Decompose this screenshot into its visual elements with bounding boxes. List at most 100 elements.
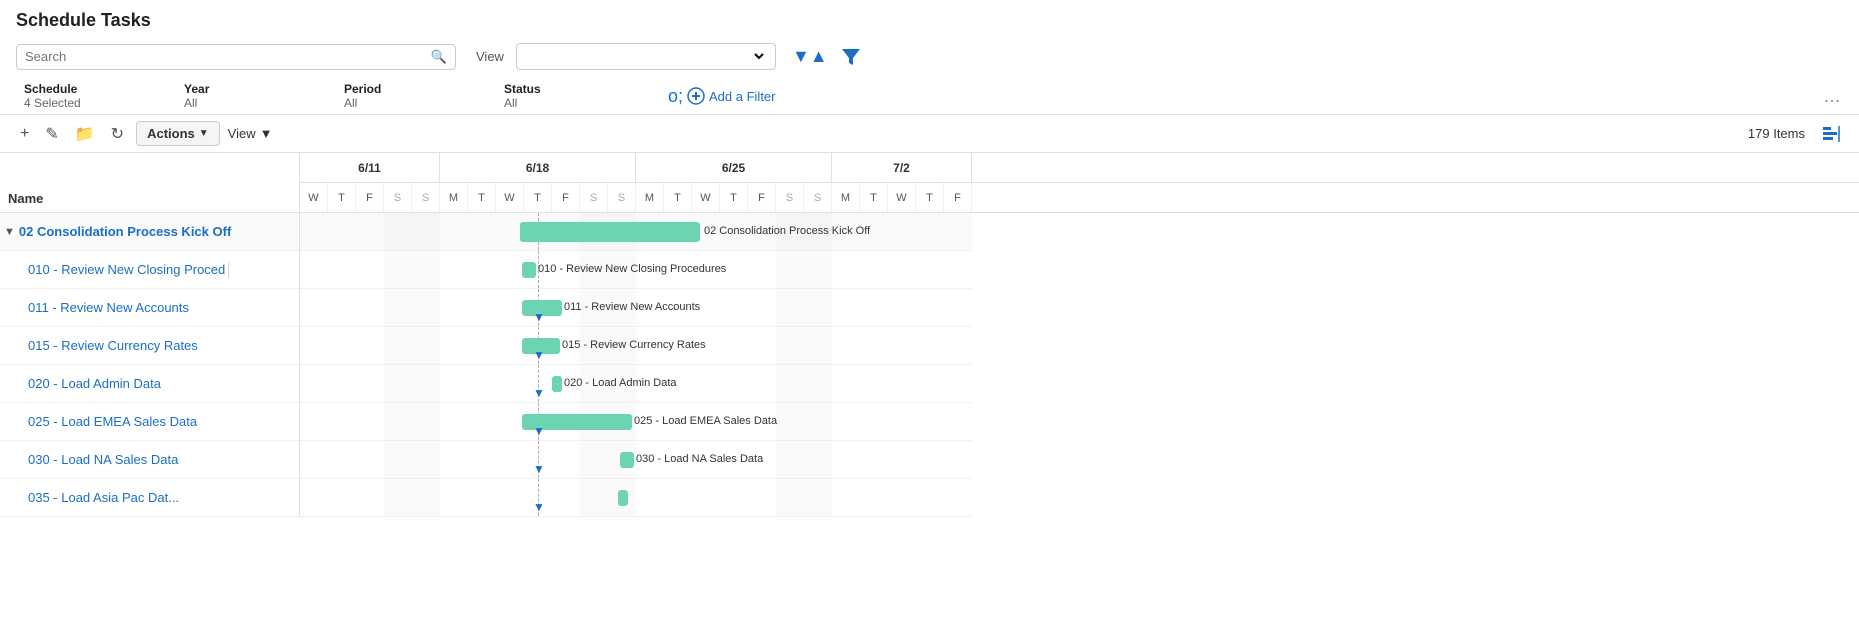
toolbar-row: + ✎ 📁 ↻ Actions ▼ View ▼ 179 Items <box>0 115 1859 153</box>
gantt-day-label: S <box>384 183 412 212</box>
filter-year-label: Year <box>184 82 328 96</box>
gantt-task-list: ▼ 02 Consolidation Process Kick Off 010 … <box>0 213 299 517</box>
view-btn-label: View <box>228 126 256 141</box>
task-name-020[interactable]: 020 - Load Admin Data <box>28 376 161 391</box>
more-options-button[interactable]: … <box>1823 86 1843 107</box>
gantt-row-t4: 015 - Review Currency Rates▼ <box>300 327 972 365</box>
gantt-row-t6: 025 - Load EMEA Sales Data ▼ <box>300 403 972 441</box>
dependency-arrow: ▼ <box>533 462 545 476</box>
gantt-row-t8: ▼ <box>300 479 972 517</box>
gantt-day-label: S <box>580 183 608 212</box>
view-button[interactable]: View ▼ <box>228 126 273 141</box>
gantt-day-label: W <box>300 183 328 212</box>
gantt-bar-label-t4: 015 - Review Currency Rates <box>562 339 706 351</box>
filter-status: Status All <box>496 82 656 110</box>
page-title: Schedule Tasks <box>0 0 1859 39</box>
actions-label: Actions <box>147 126 195 141</box>
gantt-bar-t8 <box>618 490 628 506</box>
gantt-bar-label-t6: 025 - Load EMEA Sales Data <box>634 415 777 427</box>
add-filter-button[interactable]: o; Add a Filter <box>668 86 776 107</box>
plus-circle-icon: o; <box>668 86 683 107</box>
filter-schedule: Schedule 4 Selected <box>16 82 176 110</box>
dependency-arrow: ▼ <box>533 386 545 400</box>
gantt-day-label: S <box>804 183 832 212</box>
gantt-day-label: T <box>468 183 496 212</box>
edit-button[interactable]: ✎ <box>41 122 62 146</box>
gantt-left-panel: Name ▼ 02 Consolidation Process Kick Off… <box>0 153 300 517</box>
gantt-day-label: S <box>608 183 636 212</box>
gantt-right-panel: 6/116/186/257/2WTFSSMTWTFSSMTWTFSSMTWTF … <box>300 153 1859 517</box>
gantt-bar-label-t5: 020 - Load Admin Data <box>564 377 677 389</box>
gantt-week-label: 7/2 <box>832 153 972 182</box>
task-row-015: 015 - Review Currency Rates <box>0 327 299 365</box>
gantt-name-header: Name <box>0 153 299 213</box>
filter-icon[interactable]: ▼▲ <box>792 46 828 67</box>
gantt-day-label: M <box>832 183 860 212</box>
collapse-icon[interactable]: ▼ <box>4 226 15 238</box>
task-name-015[interactable]: 015 - Review Currency Rates <box>28 338 198 353</box>
task-name-010[interactable]: 010 - Review New Closing Proced <box>28 262 225 277</box>
view-select-wrap[interactable] <box>516 43 776 70</box>
filter-period: Period All <box>336 82 496 110</box>
dependency-arrow: ▼ <box>533 500 545 514</box>
view-label: View <box>476 49 504 64</box>
resize-handle-010[interactable]: │ <box>225 251 231 288</box>
add-filter-label: Add a Filter <box>709 89 775 104</box>
task-name-parent-1[interactable]: 02 Consolidation Process Kick Off <box>19 224 231 239</box>
filter-period-value: All <box>344 96 488 110</box>
view-select[interactable] <box>525 48 767 65</box>
gantt-day-label: T <box>664 183 692 212</box>
gantt-day-label: M <box>440 183 468 212</box>
task-name-011[interactable]: 011 - Review New Accounts <box>28 300 189 315</box>
gantt-bar-label-t7: 030 - Load NA Sales Data <box>636 453 763 465</box>
task-row-011: 011 - Review New Accounts <box>0 289 299 327</box>
task-row-025: 025 - Load EMEA Sales Data <box>0 403 299 441</box>
filter-period-label: Period <box>344 82 488 96</box>
gantt-bar-t7 <box>620 452 634 468</box>
gantt-week-label: 6/11 <box>300 153 440 182</box>
filter-row: Schedule 4 Selected Year All Period All … <box>0 78 1859 115</box>
gantt-chart-body: 02 Consolidation Process Kick Off010 - R… <box>300 213 1859 517</box>
gantt-bar-t1 <box>520 222 700 242</box>
add-button[interactable]: + <box>16 123 33 145</box>
gantt-row-t1: 02 Consolidation Process Kick Off <box>300 213 972 251</box>
search-row: 🔍 View ▼▲ <box>0 39 1859 78</box>
folder-button[interactable]: 📁 <box>71 122 99 146</box>
gantt-day-label: S <box>412 183 440 212</box>
gantt-day-label: W <box>496 183 524 212</box>
gantt-row-t7: 030 - Load NA Sales Data ▼ <box>300 441 972 479</box>
actions-button[interactable]: Actions ▼ <box>136 121 220 146</box>
gantt-day-label: T <box>524 183 552 212</box>
task-name-035[interactable]: 035 - Load Asia Pac Dat... <box>28 490 179 505</box>
gantt-week-label: 6/25 <box>636 153 832 182</box>
funnel-icon[interactable] <box>840 46 862 68</box>
search-box-wrap: 🔍 <box>16 44 456 70</box>
refresh-button[interactable]: ↻ <box>107 122 128 146</box>
gantt-week-label: 6/18 <box>440 153 636 182</box>
gantt-day-label: W <box>888 183 916 212</box>
task-row-020: 020 - Load Admin Data <box>0 365 299 403</box>
filter-status-value: All <box>504 96 648 110</box>
task-name-025[interactable]: 025 - Load EMEA Sales Data <box>28 414 197 429</box>
filter-year-value: All <box>184 96 328 110</box>
gantt-bar-label-t1: 02 Consolidation Process Kick Off <box>704 225 870 237</box>
gantt-day-label: S <box>776 183 804 212</box>
gantt-day-label: T <box>328 183 356 212</box>
view-caret-icon: ▼ <box>260 126 273 141</box>
gantt-day-label: F <box>356 183 384 212</box>
gantt-bar-label-t3: 011 - Review New Accounts <box>564 301 700 313</box>
filter-schedule-value: 4 Selected <box>24 96 168 110</box>
dependency-arrow: ▼ <box>533 424 545 438</box>
name-col-label: Name <box>8 191 43 206</box>
search-input[interactable] <box>25 49 427 64</box>
task-name-030[interactable]: 030 - Load NA Sales Data <box>28 452 178 467</box>
task-row-035: 035 - Load Asia Pac Dat... <box>0 479 299 517</box>
dependency-arrow: ▼ <box>533 310 545 324</box>
items-count: 179 Items <box>1748 126 1805 141</box>
gantt-view-toggle[interactable] <box>1821 123 1843 145</box>
gantt-bar-t2 <box>522 262 536 278</box>
gantt-day-label: T <box>860 183 888 212</box>
gantt-row-t3: 011 - Review New Accounts ▼ <box>300 289 972 327</box>
page: Schedule Tasks 🔍 View ▼▲ Schedule 4 Sele… <box>0 0 1859 632</box>
gantt-day-label: T <box>916 183 944 212</box>
